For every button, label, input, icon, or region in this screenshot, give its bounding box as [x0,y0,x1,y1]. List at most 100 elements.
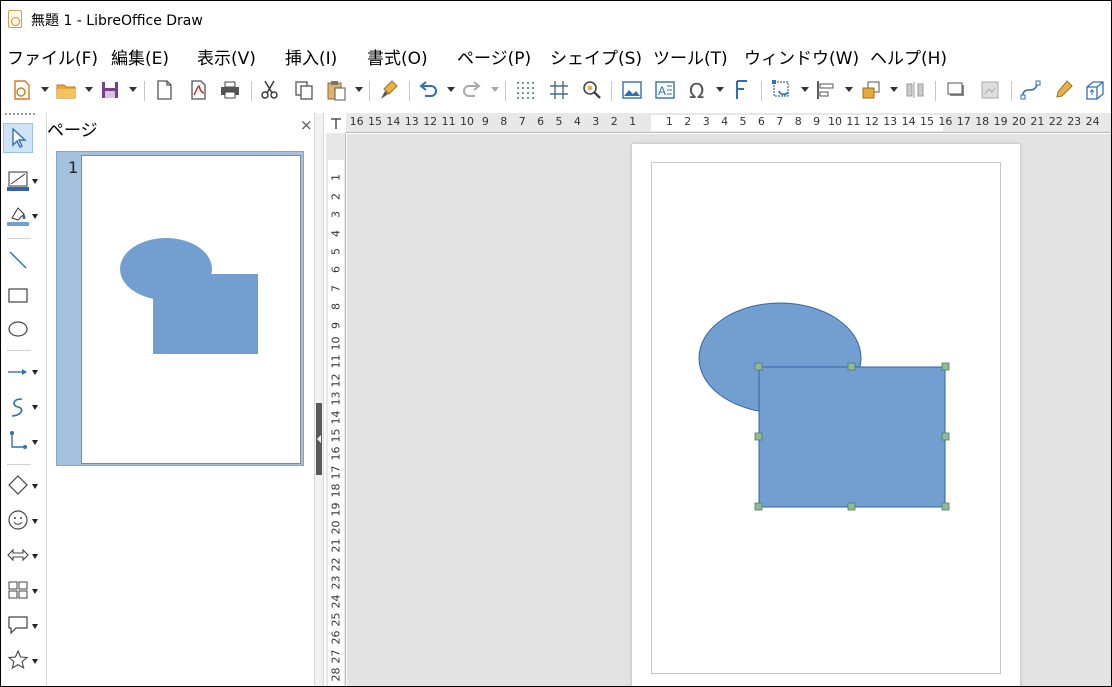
new-icon[interactable] [9,77,35,103]
resize-handle[interactable] [754,502,763,511]
export-icon[interactable] [151,77,177,103]
resize-handle[interactable] [754,432,763,441]
align-dropdown-arrow[interactable] [845,87,853,92]
paste-dropdown-arrow[interactable] [355,87,363,92]
menu-tools[interactable]: ツール(T) [653,44,728,69]
ellipse-tool-icon[interactable] [3,314,33,344]
toggle-extrusion-icon[interactable] [1082,77,1108,103]
curve-tool-icon[interactable] [3,392,33,422]
symbol-shapes-dropdown-arrow[interactable] [32,519,38,524]
callout-shapes-icon[interactable] [3,610,33,640]
flowchart-icon[interactable] [3,575,33,605]
textbox-icon[interactable]: A [652,77,678,103]
menu-insert[interactable]: 挿入(I) [285,44,337,69]
horizontal-ruler[interactable]: 16 15 14 13 12 11 10 9 8 7 6 5 4 3 2 1 1 2 3 4 5 6 7 8 9 10 11 12 13… [346,113,1111,133]
menu-edit[interactable]: 編集(E) [111,44,169,69]
page-thumbnail-selected[interactable]: 1 [56,151,304,466]
lines-arrows-tool-icon[interactable] [3,357,33,387]
menu-view[interactable]: 表示(V) [197,44,256,69]
flowchart-dropdown-arrow[interactable] [32,589,38,594]
copy-icon[interactable] [291,77,317,103]
basic-shapes-icon[interactable] [3,470,33,500]
ruler-tick-label: 13 [883,115,898,128]
stars-icon[interactable] [3,645,33,675]
block-arrows-icon[interactable] [3,540,33,570]
transformations-dropdown-arrow[interactable] [801,87,809,92]
symbol-shapes-icon[interactable] [3,505,33,535]
points-icon[interactable] [1017,77,1043,103]
arrange-icon[interactable] [858,77,884,103]
distribute-icon[interactable] [902,77,928,103]
helplines-icon[interactable] [546,77,572,103]
ruler-tick-label: 14 [901,115,916,128]
document-page[interactable] [632,144,1020,686]
menu-shape[interactable]: シェイプ(S) [550,44,642,69]
toolbar-separator [761,81,762,101]
shadow-icon[interactable] [943,77,969,103]
open-icon[interactable] [53,77,79,103]
fill-color-icon[interactable] [3,200,33,230]
connector-dropdown-arrow[interactable] [32,440,38,445]
menu-help[interactable]: ヘルプ(H) [870,44,947,69]
open-dropdown-arrow[interactable] [85,87,93,92]
line-color-dropdown-arrow[interactable] [32,179,38,184]
undo-dropdown-arrow[interactable] [447,87,455,92]
zoom-pan-icon[interactable] [579,77,605,103]
paste-icon[interactable] [323,77,349,103]
redo-dropdown-arrow[interactable] [491,87,499,92]
select-tool-icon[interactable] [3,123,33,153]
fontwork-icon[interactable] [729,77,755,103]
menu-format[interactable]: 書式(O) [367,44,428,69]
line-tool-icon[interactable] [3,245,33,275]
vertical-ruler[interactable]: 1 2 3 4 5 6 7 8 9 10 11 12 13 14 15 16 17 18 19 20 21 22 23 24 2… [326,133,346,686]
align-icon[interactable] [813,77,839,103]
rectangle-tool-icon[interactable] [3,280,33,310]
fill-color-dropdown-arrow[interactable] [32,214,38,219]
ruler-corner[interactable] [326,113,346,133]
connector-tool-icon[interactable] [3,426,33,456]
resize-handle[interactable] [941,432,950,441]
pane-splitter[interactable] [314,113,324,686]
new-dropdown-arrow[interactable] [41,87,49,92]
special-character-dropdown-arrow[interactable] [716,87,724,92]
special-character-icon[interactable]: Ω [685,77,711,103]
resize-handle[interactable] [754,362,763,371]
basic-shapes-dropdown-arrow[interactable] [32,484,38,489]
resize-handle[interactable] [941,502,950,511]
resize-handle[interactable] [847,362,856,371]
curve-dropdown-arrow[interactable] [32,405,38,410]
glue-points-icon[interactable] [1050,77,1076,103]
export-pdf-icon[interactable] [185,77,211,103]
toolbar-grip[interactable] [5,113,35,117]
stars-dropdown-arrow[interactable] [32,659,38,664]
arrange-dropdown-arrow[interactable] [890,87,898,92]
line-color-icon[interactable] [3,165,33,195]
save-dropdown-arrow[interactable] [129,87,137,92]
block-arrows-dropdown-arrow[interactable] [32,554,38,559]
ruler-tick-label: 5 [739,115,747,128]
close-icon[interactable]: × [300,116,313,134]
ruler-tick-label: 3 [592,115,600,128]
grid-icon[interactable] [512,77,538,103]
menu-file[interactable]: ファイル(F) [7,44,98,69]
redo-icon[interactable] [459,77,485,103]
print-icon[interactable] [217,77,243,103]
clone-formatting-icon[interactable] [376,77,402,103]
undo-icon[interactable] [415,77,441,103]
collapse-pane-handle[interactable] [316,403,322,475]
resize-handle[interactable] [941,362,950,371]
image-icon[interactable] [619,77,645,103]
transformations-icon[interactable] [769,77,795,103]
lines-arrows-dropdown-arrow[interactable] [32,370,38,375]
resize-handle[interactable] [847,502,856,511]
save-icon[interactable] [97,77,123,103]
crop-icon[interactable] [977,77,1003,103]
toolbar-separator [1011,81,1012,101]
rectangle-shape-selected[interactable] [758,366,946,508]
page-thumbnail[interactable] [81,155,301,464]
drawing-canvas[interactable] [347,134,1111,686]
callout-shapes-dropdown-arrow[interactable] [32,624,38,629]
menu-window[interactable]: ウィンドウ(W) [744,44,859,69]
menu-page[interactable]: ページ(P) [457,44,531,69]
cut-icon[interactable] [257,77,283,103]
